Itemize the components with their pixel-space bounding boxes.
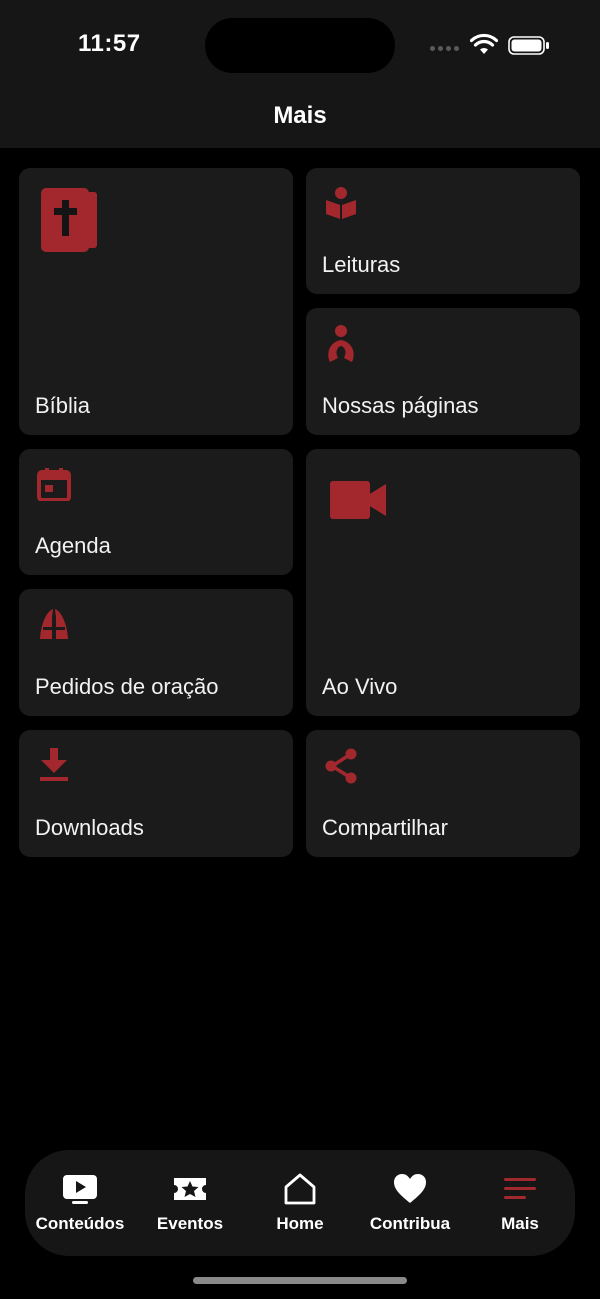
tile-label: Pedidos de oração — [35, 674, 219, 699]
cellular-signal-icon — [430, 46, 462, 52]
person-ribbon-icon — [328, 325, 354, 362]
tab-label: Conteúdos — [35, 1214, 125, 1233]
tab-label: Contribua — [369, 1214, 451, 1233]
tile-label: Bíblia — [35, 393, 91, 418]
tab-contribua[interactable]: Contribua — [355, 1150, 465, 1256]
praying-hands-icon — [40, 609, 68, 639]
tile-agenda[interactable]: Agenda — [19, 449, 293, 575]
ticket-star-icon — [174, 1178, 206, 1200]
tile-label: Ao Vivo — [322, 674, 398, 699]
heart-icon — [394, 1174, 426, 1203]
tab-eventos[interactable]: Eventos — [135, 1150, 245, 1256]
battery-icon — [508, 36, 549, 55]
tab-label: Mais — [501, 1214, 539, 1233]
reading-icon — [326, 187, 356, 219]
tab-label: Home — [276, 1214, 324, 1233]
tab-home[interactable]: Home — [245, 1150, 355, 1256]
tab-mais[interactable]: Mais — [465, 1150, 575, 1256]
tile-label: Agenda — [35, 533, 111, 558]
tile-leituras[interactable]: Leituras — [306, 168, 580, 294]
tile-downloads[interactable]: Downloads — [19, 730, 293, 857]
calendar-icon — [37, 468, 71, 501]
tile-label: Compartilhar — [322, 815, 448, 840]
wifi-icon — [470, 33, 498, 54]
dynamic-island — [205, 18, 395, 73]
tile-label: Nossas páginas — [322, 393, 479, 418]
tab-label: Eventos — [156, 1214, 224, 1233]
status-time: 11:57 — [78, 30, 141, 57]
tab-conteudos[interactable]: Conteúdos — [25, 1150, 135, 1256]
play-screen-icon — [63, 1175, 97, 1204]
page-title: Mais — [273, 102, 327, 129]
tile-ao-vivo[interactable]: Ao Vivo — [306, 449, 580, 716]
video-camera-icon — [330, 481, 386, 519]
download-icon — [40, 748, 68, 781]
tile-pedidos-de-oracao[interactable]: Pedidos de oração — [19, 589, 293, 716]
home-indicator[interactable] — [193, 1277, 407, 1284]
share-icon — [325, 748, 357, 784]
home-icon — [284, 1173, 316, 1205]
tile-label: Downloads — [35, 815, 144, 840]
top-bar: 11:57 Mais — [0, 0, 600, 148]
tile-biblia[interactable]: Bíblia — [19, 168, 293, 435]
tab-bar: Conteúdos Eventos Home Contribua Mais — [25, 1150, 575, 1256]
tile-compartilhar[interactable]: Compartilhar — [306, 730, 580, 857]
tile-nossas-paginas[interactable]: Nossas páginas — [306, 308, 580, 435]
menu-icon — [504, 1178, 536, 1199]
bible-icon — [41, 188, 97, 252]
tile-label: Leituras — [322, 252, 401, 277]
